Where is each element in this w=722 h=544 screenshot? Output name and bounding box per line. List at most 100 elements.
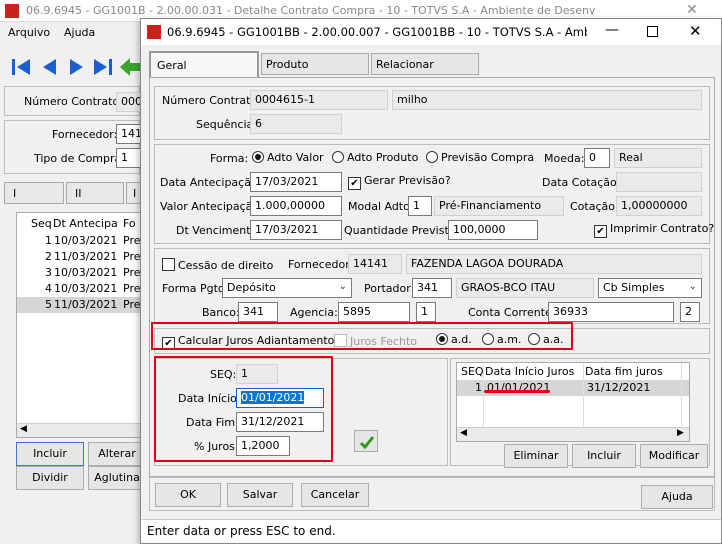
agencia-input[interactable]: 5895 <box>338 302 410 322</box>
row-dt: 10/03/2021 <box>54 234 118 247</box>
confirm-button[interactable] <box>354 430 378 452</box>
data-antecipacao-label: Data Antecipação: <box>160 176 262 189</box>
forma-previsao-compra-radio[interactable]: Previsão Compra <box>426 151 534 164</box>
row-fo: Pre <box>123 282 141 295</box>
juros-grid[interactable]: SEQ Data Início Juros Data fim juros 1 0… <box>456 362 690 442</box>
gerar-previsao-checkbox[interactable]: ✔ Gerar Previsão? <box>348 174 451 190</box>
moeda-label: Moeda: <box>544 152 585 165</box>
imprimir-contrato-checkbox[interactable]: ✔ Imprimir Contrato? <box>594 222 714 238</box>
bg-grid[interactable]: Seq Dt Antecipa Fo 1 10/03/2021 Pre 2 11… <box>16 212 142 438</box>
last-record-icon[interactable] <box>92 56 114 78</box>
underline-data-inicio <box>484 390 550 393</box>
tab-relacionar[interactable]: Relacionar <box>371 53 479 75</box>
forma-option-label: Previsão Compra <box>441 151 535 164</box>
first-record-icon[interactable] <box>10 56 32 78</box>
dt-vencimento-input[interactable]: 17/03/2021 <box>250 220 342 240</box>
bg-grid-scrollbar[interactable]: ◀ <box>17 423 141 437</box>
table-row[interactable]: 4 10/03/2021 Pre <box>17 281 141 297</box>
forma-pgto-select[interactable]: Depósito ⌄ <box>222 278 352 298</box>
table-row[interactable]: 2 11/03/2021 Pre <box>17 249 141 265</box>
juros-grid-scrollbar[interactable]: ◀ ▶ <box>457 427 689 441</box>
bg-close-icon[interactable]: ✕ <box>686 2 698 18</box>
table-row[interactable]: 3 10/03/2021 Pre <box>17 265 141 281</box>
forma-pgto-label: Forma Pgto: <box>162 282 229 295</box>
bg-aglutinar-button[interactable]: Aglutina <box>88 466 146 490</box>
forma-label: Forma: <box>210 152 249 165</box>
cotacao-label: Cotação: <box>570 200 619 213</box>
cessao-checkbox[interactable]: Cessão de direito <box>162 258 273 272</box>
next-record-icon[interactable] <box>66 56 88 78</box>
carteira-select[interactable]: Cb Simples ⌄ <box>598 278 702 298</box>
bg-tipo-label: Tipo de Compra: <box>34 152 125 165</box>
bg-tab-1[interactable]: I <box>4 182 64 204</box>
maximize-icon[interactable] <box>647 26 658 37</box>
data-cotacao-value <box>616 172 702 192</box>
banco-input[interactable]: 341 <box>238 302 278 322</box>
forma-option-label: Adto Valor <box>267 151 324 164</box>
conta-digito-input[interactable]: 2 <box>680 302 700 322</box>
table-row[interactable]: 5 11/03/2021 Pre <box>17 297 141 313</box>
row-fo: Pre <box>123 250 141 263</box>
banco-label: Banco: <box>202 306 240 319</box>
modal-adto-input[interactable]: 1 <box>408 196 432 216</box>
forma-adto-valor-radio[interactable]: Adto Valor <box>252 151 324 164</box>
grid-header-seq: SEQ <box>461 365 484 378</box>
tab-relacionar-label: Relacionar <box>376 58 434 71</box>
menu-arquivo[interactable]: Arquivo <box>8 26 50 39</box>
dialog-window: 06.9.6945 - GG1001BB - 2.00.00.007 - GG1… <box>140 18 722 544</box>
grid-header-inicio: Data Início Juros <box>485 365 575 378</box>
modal-adto-label: Modal Adto: <box>348 200 414 213</box>
qtd-prevista-input[interactable]: 100,0000 <box>448 220 538 240</box>
salvar-button[interactable]: Salvar <box>227 483 293 507</box>
bg-numero-label: Número Contrato: <box>24 95 123 108</box>
portador-input[interactable]: 341 <box>412 278 452 298</box>
data-antecipacao-input[interactable]: 17/03/2021 <box>250 172 342 192</box>
tab-produto[interactable]: Produto <box>261 53 369 75</box>
scroll-left-icon[interactable]: ◀ <box>460 428 467 438</box>
scroll-right-icon[interactable]: ▶ <box>677 428 684 438</box>
valor-antecipacao-label: Valor Antecipação: <box>160 200 263 213</box>
bg-dividir-button[interactable]: Dividir <box>16 466 84 490</box>
cancelar-button[interactable]: Cancelar <box>301 483 369 507</box>
fornecedor-desc: FAZENDA LAGOA DOURADA <box>406 254 702 274</box>
valor-antecipacao-input[interactable]: 1.000,00000 <box>250 196 342 216</box>
row-fo: Pre <box>123 298 141 311</box>
menu-ajuda[interactable]: Ajuda <box>64 26 95 39</box>
modificar-button[interactable]: Modificar <box>640 444 708 468</box>
imprimir-contrato-label: Imprimir Contrato? <box>610 222 715 235</box>
row-fo: Pre <box>123 266 141 279</box>
ajuda-button[interactable]: Ajuda <box>641 485 713 509</box>
highlight-juros-fields <box>154 356 333 462</box>
dialog-app-icon <box>147 25 161 39</box>
table-row[interactable]: 1 01/01/2021 31/12/2021 <box>457 380 689 396</box>
close-icon[interactable]: ✕ <box>689 22 702 40</box>
eliminar-button[interactable]: Eliminar <box>504 444 568 468</box>
prev-record-icon[interactable] <box>38 56 60 78</box>
bg-alterar-button[interactable]: Alterar <box>88 442 146 466</box>
gerar-previsao-label: Gerar Previsão? <box>364 174 451 187</box>
tab-geral[interactable]: Geral <box>149 51 259 77</box>
dt-vencimento-label: Dt Vencimento: <box>176 224 261 237</box>
forma-adto-produto-radio[interactable]: Adto Produto <box>332 151 418 164</box>
numero-contrato-label: Número Contrato: <box>162 94 261 107</box>
grid-col-divider <box>483 363 484 429</box>
table-row[interactable]: 1 10/03/2021 Pre <box>17 233 141 249</box>
cessao-label: Cessão de direito <box>178 259 274 272</box>
sequencia-label: Sequência: <box>196 118 257 131</box>
moeda-input[interactable]: 0 <box>584 148 610 168</box>
minimize-icon[interactable]: — <box>605 22 619 38</box>
tab-produto-label: Produto <box>266 58 309 71</box>
scroll-left-icon[interactable]: ◀ <box>20 424 27 434</box>
incluir-button[interactable]: Incluir <box>572 444 636 468</box>
bg-tab-1-label: I <box>13 187 17 200</box>
chevron-down-icon: ⌄ <box>338 281 347 292</box>
highlight-juros-options <box>151 322 573 350</box>
back-arrow-icon[interactable] <box>120 58 140 76</box>
bg-incluir-button[interactable]: Incluir <box>16 442 84 466</box>
bg-tab-2[interactable]: II <box>66 182 124 204</box>
chevron-down-icon: ⌄ <box>688 281 697 292</box>
ok-button[interactable]: OK <box>155 483 221 507</box>
conta-corrente-input[interactable]: 36933 <box>548 302 674 322</box>
numero-contrato-desc: milho <box>392 90 702 110</box>
agencia-digito-input[interactable]: 1 <box>416 302 436 322</box>
